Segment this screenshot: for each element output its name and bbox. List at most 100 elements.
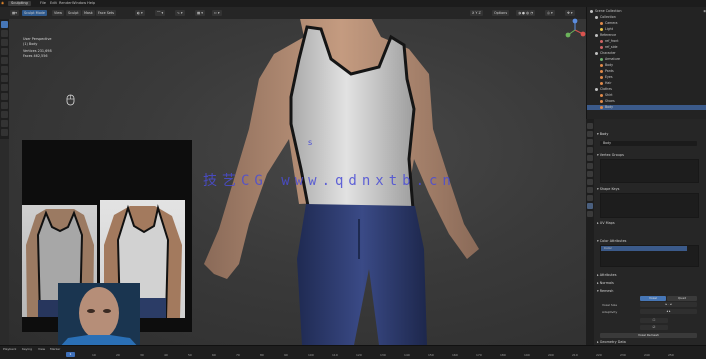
outliner-type-icon	[595, 87, 598, 91]
adaptivity-field[interactable]: ◂ ▸	[640, 309, 697, 314]
workspace-tab[interactable]: Sculpting	[8, 1, 31, 6]
mask-tool-icon[interactable]	[1, 111, 8, 118]
object-tab-icon[interactable]	[587, 171, 593, 177]
current-frame-indicator[interactable]: 1	[66, 352, 75, 357]
menu-file[interactable]: File	[40, 1, 46, 5]
remesh-voxel-button[interactable]: Voxel	[640, 296, 666, 301]
voxel-remesh-button[interactable]: Voxel Remesh	[600, 333, 697, 338]
output-tab-icon[interactable]	[587, 139, 593, 145]
outliner-row[interactable]: Scene Collection ◉	[587, 9, 706, 14]
stroke-button[interactable]: ∿ ▾	[175, 10, 185, 16]
outliner-row[interactable]: Body◉	[587, 63, 706, 68]
editor-type-button[interactable]: ▦▾	[10, 10, 19, 16]
shape-keys-list[interactable]	[600, 193, 699, 218]
outliner-row[interactable]: Body◉	[587, 105, 706, 110]
outliner-row[interactable]: Pants◉	[587, 69, 706, 74]
clay-brush-tool-icon[interactable]	[1, 30, 8, 37]
snake-hook-tool-icon[interactable]	[1, 102, 8, 109]
adaptivity-label: Adaptivity	[602, 310, 618, 314]
gizmo-toggle-button[interactable]: ✥ ▾	[565, 10, 575, 16]
section-color-attributes[interactable]: ▾ Color Attributes	[597, 238, 701, 244]
mesh-data-tab-icon[interactable]	[587, 203, 593, 209]
section-remesh[interactable]: ▾ Remesh	[597, 288, 701, 294]
color-attribute-row[interactable]: Color	[601, 246, 687, 251]
symmetry-xyz-button[interactable]: X Y Z	[470, 10, 483, 16]
outliner-row[interactable]: Armature◉	[587, 57, 706, 62]
vertex-groups-list[interactable]	[600, 159, 699, 183]
transform-tool-icon[interactable]	[1, 129, 8, 136]
header-menu-view[interactable]: View	[52, 10, 65, 16]
texture-button[interactable]: ▦ ▾	[195, 10, 205, 16]
fix-poles-checkbox[interactable]: ☐	[640, 318, 668, 323]
outliner-row[interactable]: ref_front◉	[587, 39, 706, 44]
outliner-row[interactable]: Shoes◉	[587, 99, 706, 104]
tool-tab-icon[interactable]	[587, 123, 593, 129]
outliner-row[interactable]: Collection◉	[587, 15, 706, 20]
outliner-row[interactable]: Hair◉	[587, 81, 706, 86]
timeline-frame-tick: 150	[428, 353, 434, 357]
outliner-row[interactable]: Character◉	[587, 51, 706, 56]
crease-tool-icon[interactable]	[1, 66, 8, 73]
section-vertex-groups[interactable]: ▾ Vertex Groups	[597, 152, 701, 158]
timeline-keying-menu[interactable]: Keying	[22, 347, 32, 351]
outliner-row-label: Collection	[600, 15, 616, 19]
timeline-marker-menu[interactable]: Marker	[50, 347, 60, 351]
section-attributes[interactable]: ▸ Attributes	[597, 272, 701, 278]
outliner-row[interactable]: ref_side◉	[587, 45, 706, 50]
section-uv-maps[interactable]: ▸ UV Maps	[597, 220, 701, 226]
navigation-gizmo-icon[interactable]	[563, 18, 587, 42]
outliner-row[interactable]: Shirt◉	[587, 93, 706, 98]
section-normals[interactable]: ▸ Normals	[597, 280, 701, 286]
overlays-button[interactable]: ◎ ▾	[545, 10, 555, 16]
outliner-row[interactable]: Reference◉	[587, 33, 706, 38]
outliner-panel: Scene Collection◉Collection◉Camera◉Light…	[586, 7, 706, 119]
scene-tab-icon[interactable]	[587, 155, 593, 161]
timeline-frame-tick: 240	[644, 353, 650, 357]
material-tab-icon[interactable]	[587, 211, 593, 217]
options-button[interactable]: Options	[492, 10, 510, 16]
timeline-view-menu[interactable]: View	[38, 347, 45, 351]
blender-logo-icon[interactable]: ◉	[1, 1, 4, 5]
outliner-row[interactable]: Eyes◉	[587, 75, 706, 80]
box-mask-tool-icon[interactable]	[1, 120, 8, 127]
mesh-name-field[interactable]: Body	[600, 141, 697, 146]
timeline-playback-menu[interactable]: Playback	[3, 347, 16, 351]
symmetry-button[interactable]: ⇔ ▾	[212, 10, 222, 16]
outliner-row[interactable]: Camera◉	[587, 21, 706, 26]
flatten-tool-icon[interactable]	[1, 84, 8, 91]
menu-help[interactable]: Help	[87, 1, 95, 5]
preserve-checkbox[interactable]: ☑	[640, 325, 668, 330]
view-layer-tab-icon[interactable]	[587, 147, 593, 153]
voxel-size-field[interactable]: ▸ · ◂	[640, 302, 697, 307]
render-tab-icon[interactable]	[587, 131, 593, 137]
inflate-tool-icon[interactable]	[1, 48, 8, 55]
timeline-frame-tick: 40	[164, 353, 168, 357]
particles-tab-icon[interactable]	[587, 187, 593, 193]
falloff-button[interactable]: ⌒ ▾	[155, 10, 166, 16]
menu-window[interactable]: Window	[72, 1, 86, 5]
draw-brush-tool-icon[interactable]	[1, 21, 8, 28]
physics-tab-icon[interactable]	[587, 195, 593, 201]
brush-settings-button[interactable]: ◐ ▾	[135, 10, 145, 16]
outliner-row[interactable]: Clothes◉	[587, 87, 706, 92]
grab-tool-icon[interactable]	[1, 93, 8, 100]
menu-edit[interactable]: Edit	[50, 1, 57, 5]
outliner-row[interactable]: Light◉	[587, 27, 706, 32]
header-menu-mask[interactable]: Mask	[82, 10, 95, 16]
smooth-tool-icon[interactable]	[1, 75, 8, 82]
section-shape-keys[interactable]: ▾ Shape Keys	[597, 186, 701, 192]
modifier-tab-icon[interactable]	[587, 179, 593, 185]
timeline-bar[interactable]: Playback Keying View Marker 010203040506…	[0, 345, 706, 359]
mode-selector[interactable]: Sculpt Mode	[22, 10, 47, 16]
header-menu-sculpt[interactable]: Sculpt	[66, 10, 81, 16]
viewport-shading-button[interactable]: ◑ ● ◍ ◔	[516, 10, 536, 16]
timeline-frame-tick: 170	[476, 353, 482, 357]
stat-faces: Faces 462,556	[23, 54, 48, 58]
header-menu-face-sets[interactable]: Face Sets	[96, 10, 117, 16]
outliner-row-label: ref_front	[605, 39, 619, 43]
world-tab-icon[interactable]	[587, 163, 593, 169]
blob-tool-icon[interactable]	[1, 57, 8, 64]
menu-render[interactable]: Render	[59, 1, 72, 5]
remesh-quad-button[interactable]: Quad	[667, 296, 697, 301]
clay-strips-tool-icon[interactable]	[1, 39, 8, 46]
